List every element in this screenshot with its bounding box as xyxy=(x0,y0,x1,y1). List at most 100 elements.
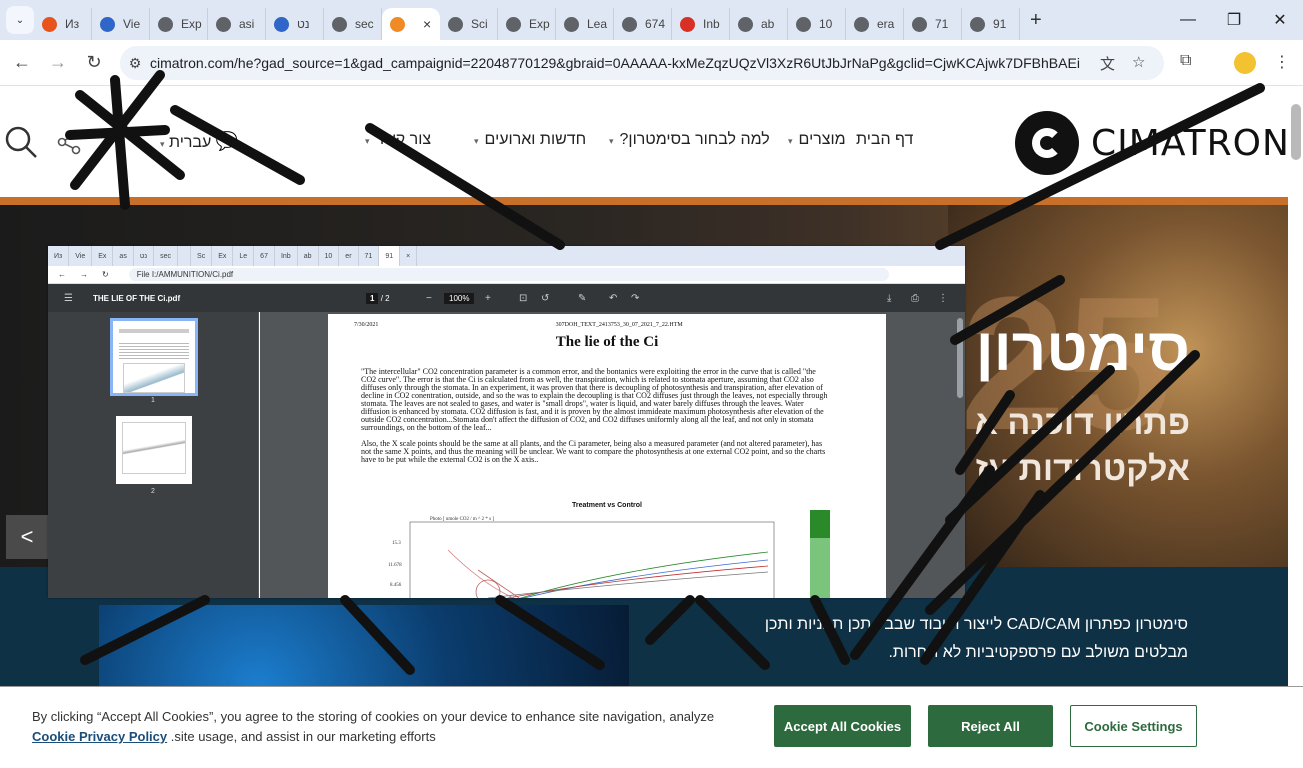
pdf-scrollbar xyxy=(957,318,963,398)
screenshot-tab: as xyxy=(113,246,134,266)
reload-button[interactable]: ↻ xyxy=(76,52,112,73)
browser-tab[interactable]: 91 xyxy=(962,8,1020,40)
pdf-page: 7/30/2021 307DOH_TEXT_2413753_30_07_2021… xyxy=(328,314,886,598)
tab-label: 71 xyxy=(935,17,949,31)
cookie-text: By clicking “Accept All Cookies”, you ag… xyxy=(32,707,732,747)
pdf-menu-icon: ☰ xyxy=(64,292,73,304)
pdf-annotate-icon: ✎ xyxy=(578,292,587,304)
pdf-paragraph-2: Also, the X scale points should be the s… xyxy=(361,439,826,464)
browser-tab[interactable]: Inb xyxy=(672,8,730,40)
tab-label: Inb xyxy=(703,17,720,31)
translate-icon[interactable]: 文 xyxy=(1100,53,1115,74)
tab-favicon-icon xyxy=(158,16,173,32)
browser-tab[interactable]: sec xyxy=(324,8,382,40)
browser-tab[interactable]: × xyxy=(382,8,440,40)
browser-tab[interactable]: era xyxy=(846,8,904,40)
tab-label: sec xyxy=(355,17,374,31)
profile-avatar[interactable] xyxy=(1234,52,1256,74)
nav-menu-label: מוצרים xyxy=(798,131,846,148)
new-tab-button[interactable]: + xyxy=(1030,9,1042,32)
forward-button[interactable]: → xyxy=(40,52,76,73)
hero-prev-arrow[interactable]: < xyxy=(6,515,48,559)
site-info-icon[interactable]: ⚙ xyxy=(120,55,150,72)
browser-tab[interactable]: Exp xyxy=(498,8,556,40)
pdf-more-icon: ⋮ xyxy=(938,292,948,304)
cookie-text-line-2: .site usage, and assist in our marketing… xyxy=(170,729,436,744)
pdf-page-total: / 2 xyxy=(380,293,390,303)
pdf-document-area: 7/30/2021 307DOH_TEXT_2413753_30_07_2021… xyxy=(260,312,965,598)
nav-menu-item[interactable]: דף הבית xyxy=(856,131,913,149)
browser-tab[interactable]: 10 xyxy=(788,8,846,40)
tab-label: 10 xyxy=(819,17,833,31)
screenshot-tab: × xyxy=(400,246,418,266)
browser-tab[interactable]: asi xyxy=(208,8,266,40)
nav-menu-item[interactable]: חדשות וארועים ▾ xyxy=(474,131,586,149)
browser-tab[interactable]: Lea xyxy=(556,8,614,40)
share-icon[interactable] xyxy=(56,129,82,155)
tab-search-dropdown[interactable]: ⌄ xyxy=(6,6,34,34)
pdf-thumbnail-1-number: 1 xyxy=(151,397,155,404)
tab-favicon-icon xyxy=(912,16,927,32)
accept-all-cookies-button[interactable]: Accept All Cookies xyxy=(774,705,911,747)
tab-favicon-icon xyxy=(564,16,579,32)
address-bar[interactable]: ⚙ cimatron.com/he?gad_source=1&gad_campa… xyxy=(120,46,1164,80)
language-selector[interactable]: ▾ עברית 💬 xyxy=(160,131,238,152)
screenshot-tab: Ex xyxy=(92,246,114,266)
screenshot-tab: 71 xyxy=(359,246,380,266)
close-window-button[interactable]: ✕ xyxy=(1257,0,1303,40)
search-icon[interactable] xyxy=(3,124,39,160)
screenshot-tab: נט xyxy=(134,246,155,266)
tab-label: ab xyxy=(761,17,775,31)
reject-all-button[interactable]: Reject All xyxy=(928,705,1053,747)
cookie-settings-button[interactable]: Cookie Settings xyxy=(1070,705,1197,747)
embedded-pdf-screenshot: Из Vie Ex as נט sec Sc Ex Le 67 Inb ab 10 er 71 91 × ← →… xyxy=(48,246,965,598)
cimatron-logo-mark xyxy=(1015,111,1079,175)
tab-favicon-icon xyxy=(506,16,521,32)
screenshot-tab: er xyxy=(339,246,359,266)
tab-favicon-icon xyxy=(680,16,695,32)
bookmark-star-icon[interactable]: ☆ xyxy=(1132,53,1145,71)
back-button[interactable]: ← xyxy=(4,52,40,73)
page-scrollbar[interactable] xyxy=(1291,104,1301,160)
browser-menu-icon[interactable]: ⋮ xyxy=(1274,52,1290,72)
browser-tab[interactable]: נט xyxy=(266,8,324,40)
close-tab-icon[interactable]: × xyxy=(423,16,431,32)
pdf-page-indicator: 1 / 2 xyxy=(366,292,390,304)
screenshot-back-icon: ← xyxy=(58,270,66,279)
hero-title: סימטרון xyxy=(975,316,1190,383)
extensions-icon[interactable]: ⧉ xyxy=(1180,52,1191,70)
screenshot-tab xyxy=(178,246,192,266)
address-url[interactable]: cimatron.com/he?gad_source=1&gad_campaig… xyxy=(150,55,1080,71)
restore-button[interactable]: ❐ xyxy=(1211,0,1257,40)
hero-subtitle-line-1: פתרון דוכנה א xyxy=(974,404,1190,442)
browser-tab[interactable]: Из xyxy=(34,8,92,40)
cimatron-logo[interactable]: CIMATRON xyxy=(1015,111,1288,175)
screenshot-tab: Из xyxy=(48,246,70,266)
pdf-page-header: 7/30/2021 307DOH_TEXT_2413753_30_07_2021… xyxy=(354,322,860,328)
cookie-banner: By clicking “Accept All Cookies”, you ag… xyxy=(0,686,1303,768)
cookie-text-line-1: By clicking “Accept All Cookies”, you ag… xyxy=(32,709,715,724)
screenshot-tab: Inb xyxy=(275,246,298,266)
screenshot-forward-icon: → xyxy=(80,270,88,279)
hero-subtitle-line-2: אלקטרודות עז xyxy=(975,450,1190,488)
minimize-button[interactable]: — xyxy=(1165,0,1211,40)
browser-tab[interactable]: Exp xyxy=(150,8,208,40)
tab-label: נט xyxy=(297,17,310,31)
pdf-chart-tick-2: 11.678 xyxy=(388,563,402,568)
pdf-document-title: The lie of the Ci xyxy=(555,334,659,350)
browser-tab[interactable]: 674 xyxy=(614,8,672,40)
browser-tab[interactable]: 71 xyxy=(904,8,962,40)
site-header: CIMATRON דף הבית מוצרים▾ למה לבחור בסימטרו… xyxy=(0,87,1288,197)
nav-menu-item[interactable]: מוצרים ▾ xyxy=(788,131,846,149)
browser-tab[interactable]: Vie xyxy=(92,8,150,40)
tab-favicon-icon xyxy=(796,16,811,32)
nav-menu-item[interactable]: למה לבחור בסימטרון? ▾ xyxy=(609,131,770,149)
browser-toolbar: ← → ↻ ⚙ cimatron.com/he?gad_source=1&gad… xyxy=(0,40,1303,86)
tab-favicon-icon xyxy=(738,16,753,32)
browser-tab[interactable]: ab xyxy=(730,8,788,40)
pdf-print-icon: ⎙ xyxy=(911,292,919,304)
nav-menu-item[interactable]: צור קשר ▾ xyxy=(365,131,431,149)
tab-favicon-icon xyxy=(100,16,115,32)
browser-tab[interactable]: Sci xyxy=(440,8,498,40)
cookie-privacy-link[interactable]: Cookie Privacy Policy xyxy=(32,729,167,744)
